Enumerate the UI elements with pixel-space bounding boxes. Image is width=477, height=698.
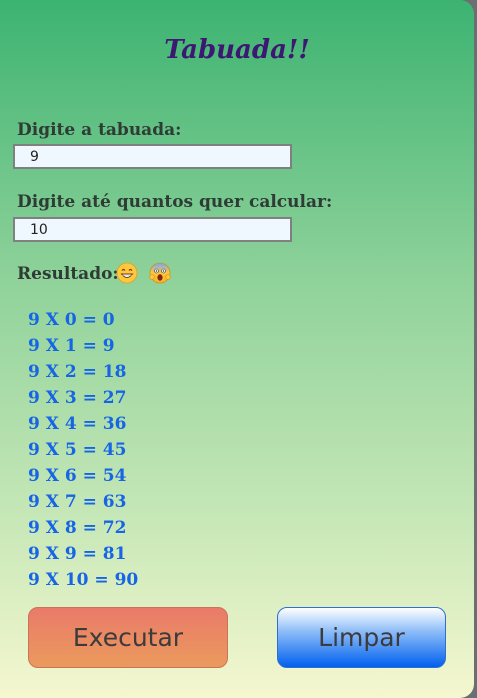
limite-input[interactable] xyxy=(13,217,292,242)
result-line: 9 X 10 = 90 xyxy=(28,570,139,590)
execute-button[interactable]: Executar xyxy=(28,607,228,668)
result-line: 9 X 7 = 63 xyxy=(28,492,127,512)
result-line: 9 X 5 = 45 xyxy=(28,440,127,460)
result-line: 9 X 1 = 9 xyxy=(28,336,115,356)
clear-button[interactable]: Limpar xyxy=(277,607,446,668)
result-line: 9 X 8 = 72 xyxy=(28,518,127,538)
tabuada-input[interactable] xyxy=(13,144,292,169)
tabuada-card: Tabuada!! Digite a tabuada: Digite até q… xyxy=(0,0,474,698)
result-line: 9 X 9 = 81 xyxy=(28,544,127,564)
result-line: 9 X 2 = 18 xyxy=(28,362,127,382)
grinning-face-icon xyxy=(116,262,138,284)
limite-label: Digite até quantos quer calcular: xyxy=(17,192,333,212)
screaming-face-icon xyxy=(149,262,171,284)
page-title: Tabuada!! xyxy=(164,35,310,65)
resultado-label: Resultado: xyxy=(17,264,119,284)
tabuada-label: Digite a tabuada: xyxy=(17,120,182,140)
results-list: 9 X 0 = 0 9 X 1 = 9 9 X 2 = 18 9 X 3 = 2… xyxy=(28,307,138,593)
result-line: 9 X 4 = 36 xyxy=(28,414,127,434)
result-line: 9 X 3 = 27 xyxy=(28,388,127,408)
result-line: 9 X 6 = 54 xyxy=(28,466,127,486)
result-line: 9 X 0 = 0 xyxy=(28,310,115,330)
